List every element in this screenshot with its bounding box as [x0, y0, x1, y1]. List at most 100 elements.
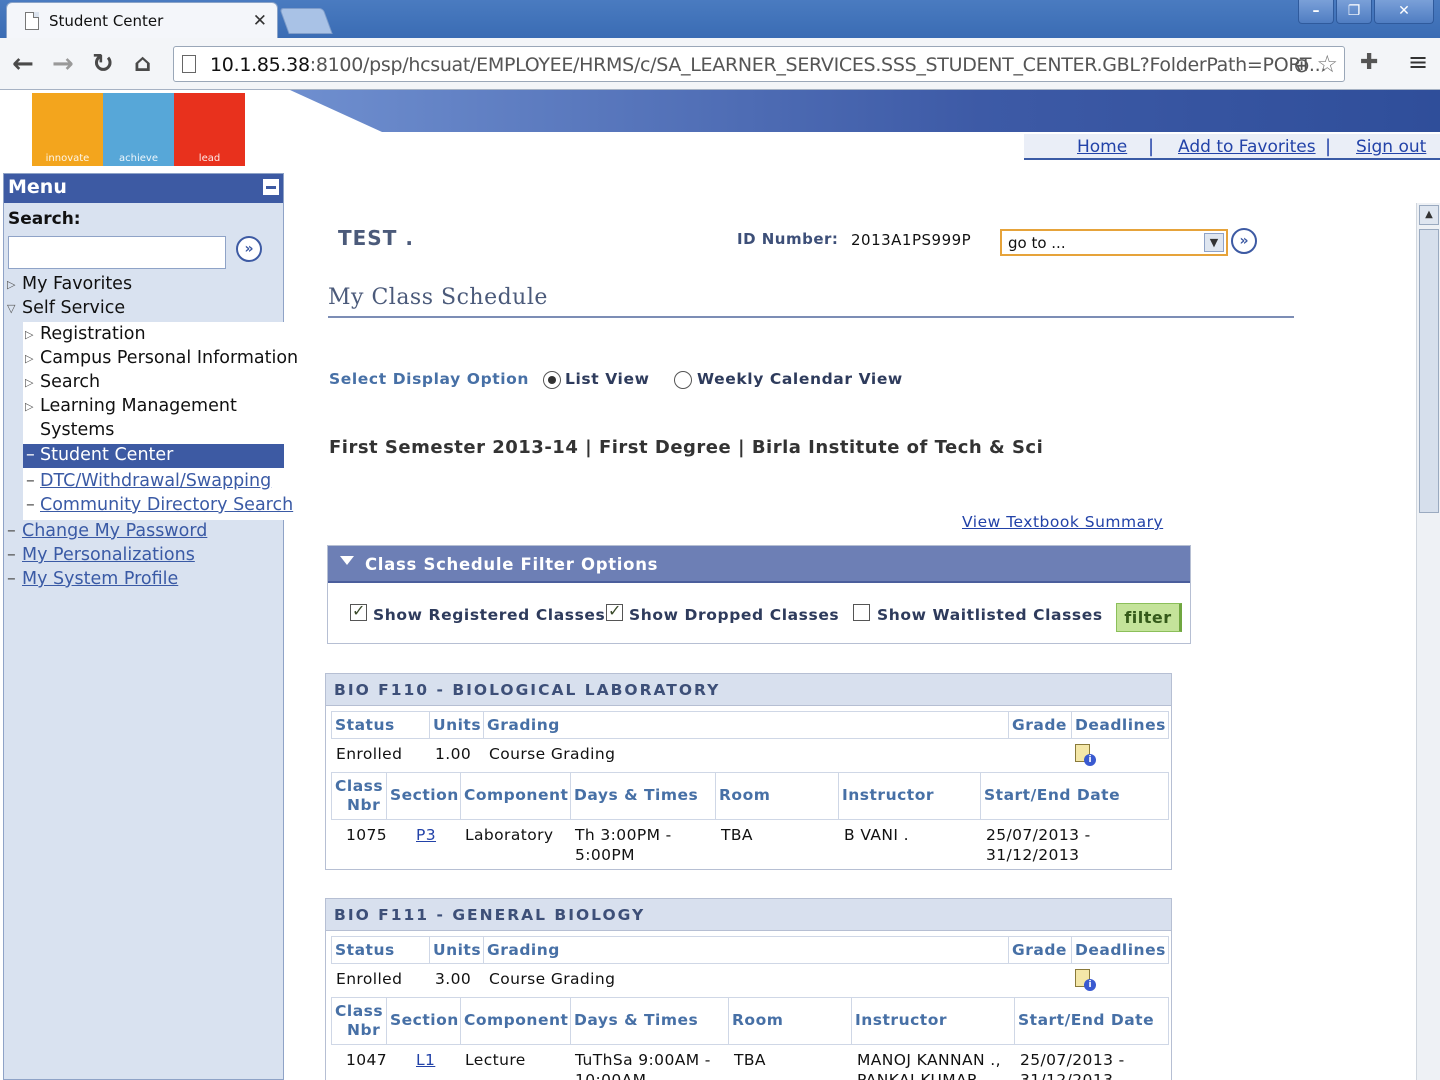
- menu-item-learning-management-systems[interactable]: Systems: [40, 420, 114, 440]
- days-times-header: Days & Times: [571, 998, 729, 1044]
- menu-header: Menu: [4, 174, 283, 203]
- close-tab-icon[interactable]: ✕: [253, 11, 267, 31]
- class-header-row: Class Nbr Section Component Days & Times …: [331, 997, 1169, 1045]
- weekly-calendar-view-radio[interactable]: [674, 371, 692, 389]
- page-icon: [25, 12, 39, 30]
- menu-item-community-directory-search[interactable]: Community Directory Search: [40, 495, 293, 515]
- section-header: Section: [387, 773, 461, 819]
- menu-item-campus-personal-information[interactable]: Campus Personal Information: [40, 348, 298, 368]
- address-bar[interactable]: 10.1.85.38:8100/psp/hcsuat/EMPLOYEE/HRMS…: [173, 46, 1345, 82]
- chevron-down-icon[interactable]: ▼: [1204, 233, 1224, 252]
- menu-item-self-service[interactable]: Self Service: [22, 298, 125, 318]
- deadlines-calendar-icon[interactable]: i: [1075, 744, 1096, 766]
- scroll-thumb[interactable]: [1419, 229, 1439, 513]
- goto-selected-value: go to ...: [1008, 234, 1066, 252]
- browser-toolbar: ← → ↻ ⌂ 10.1.85.38:8100/psp/hcsuat/EMPLO…: [0, 38, 1440, 90]
- new-tab-button[interactable]: [279, 8, 333, 34]
- menu-item-student-center[interactable]: Student Center: [40, 445, 173, 465]
- term-heading: First Semester 2013-14 | First Degree | …: [329, 437, 1044, 458]
- menu-item-my-favorites[interactable]: My Favorites: [22, 274, 132, 294]
- menu-item-my-system-profile[interactable]: My System Profile: [22, 569, 178, 589]
- menu-title: Menu: [8, 176, 67, 198]
- menu-search-go-icon[interactable]: »: [236, 236, 262, 262]
- collapse-icon[interactable]: [263, 179, 279, 195]
- instructor-value: MANOJ KANNAN ., PANKAJ KUMAR: [857, 1051, 1001, 1080]
- show-registered-checkbox[interactable]: [350, 601, 367, 621]
- instructor-header: Instructor: [839, 773, 981, 819]
- zoom-icon[interactable]: ⊕: [1293, 53, 1310, 77]
- instructor-value: B VANI .: [844, 826, 909, 844]
- back-icon[interactable]: ←: [12, 49, 34, 79]
- logo-word-innovate: innovate: [45, 153, 90, 164]
- goto-select[interactable]: go to ... ▼: [1000, 229, 1228, 256]
- expanded-triangle-icon[interactable]: [340, 556, 354, 565]
- add-to-favorites-link[interactable]: Add to Favorites: [1178, 137, 1316, 157]
- grading-header: Grading: [484, 712, 1009, 738]
- home-link[interactable]: Home: [1077, 137, 1127, 157]
- menu-item-registration[interactable]: Registration: [40, 324, 146, 344]
- deadlines-calendar-icon[interactable]: i: [1075, 969, 1096, 991]
- grade-header: Grade: [1009, 937, 1072, 963]
- list-view-label[interactable]: List View: [565, 370, 650, 388]
- grading-header: Grading: [484, 937, 1009, 963]
- menu-item-search[interactable]: Search: [40, 372, 100, 392]
- weekly-calendar-view-label[interactable]: Weekly Calendar View: [697, 370, 903, 388]
- reload-icon[interactable]: ↻: [92, 49, 114, 79]
- collapsed-triangle-icon: ▷: [25, 400, 34, 413]
- collapsed-triangle-icon: ▷: [25, 328, 34, 341]
- page-title: My Class Schedule: [328, 285, 548, 310]
- extension-puzzle-icon[interactable]: ✚: [1360, 50, 1378, 75]
- list-view-radio[interactable]: [543, 371, 561, 389]
- collapsed-triangle-icon: ▷: [7, 278, 16, 291]
- menu-item-dtc-withdrawal-swapping[interactable]: DTC/Withdrawal/Swapping: [40, 471, 271, 491]
- close-window-button[interactable]: ✕: [1374, 0, 1434, 24]
- class-nbr-header: Class Nbr: [332, 773, 387, 819]
- menu-item-my-personalizations[interactable]: My Personalizations: [22, 545, 195, 565]
- show-dropped-label[interactable]: Show Dropped Classes: [629, 606, 839, 624]
- bookmark-star-icon[interactable]: ☆: [1316, 50, 1338, 78]
- minimize-button[interactable]: –: [1298, 0, 1334, 24]
- section-link[interactable]: L1: [416, 1050, 435, 1070]
- page-icon: [182, 55, 196, 73]
- section-link[interactable]: P3: [416, 825, 436, 845]
- maximize-button[interactable]: ❐: [1336, 0, 1372, 24]
- show-waitlisted-label[interactable]: Show Waitlisted Classes: [877, 606, 1103, 624]
- dash-marker: –: [7, 569, 16, 589]
- start-end-date-value: 25/07/2013 -31/12/2013: [986, 826, 1091, 864]
- course-header: BIO F111 - GENERAL BIOLOGY: [326, 899, 1171, 931]
- page-scrollbar[interactable]: ▲: [1416, 203, 1440, 1080]
- show-registered-label[interactable]: Show Registered Classes: [373, 606, 605, 624]
- show-dropped-checkbox[interactable]: [606, 601, 623, 621]
- deadlines-header: Deadlines: [1075, 716, 1166, 734]
- course-header: BIO F110 - BIOLOGICAL LABORATORY: [326, 674, 1171, 706]
- id-number-value: 2013A1PS999P: [851, 231, 972, 249]
- filter-button[interactable]: filter: [1116, 603, 1182, 632]
- collapsed-triangle-icon: ▷: [25, 376, 34, 389]
- component-header: Component: [461, 998, 571, 1044]
- forward-icon[interactable]: →: [52, 49, 74, 79]
- browser-tab[interactable]: Student Center ✕: [6, 2, 278, 38]
- days-times-value: TuThSa 9:00AM -10:00AM: [575, 1051, 711, 1080]
- home-icon[interactable]: ⌂: [134, 49, 151, 77]
- menu-search-label: Search:: [8, 209, 81, 229]
- show-waitlisted-checkbox[interactable]: [853, 604, 870, 621]
- course-section: BIO F110 - BIOLOGICAL LABORATORY Status …: [325, 673, 1172, 870]
- view-textbook-summary-link[interactable]: View Textbook Summary: [962, 513, 1163, 531]
- dash-marker: –: [7, 521, 16, 541]
- units-value: 3.00: [435, 970, 472, 988]
- menu-item-change-my-password[interactable]: Change My Password: [22, 521, 207, 541]
- class-header-row: Class Nbr Section Component Days & Times …: [331, 772, 1169, 820]
- goto-go-icon[interactable]: »: [1231, 228, 1257, 254]
- days-times-value: Th 3:00PM -5:00PM: [575, 826, 672, 864]
- menu-item-learning-management[interactable]: Learning Management: [40, 396, 237, 416]
- units-value: 1.00: [435, 745, 472, 763]
- tab-strip: Student Center ✕ – ❐ ✕: [0, 0, 1440, 38]
- units-header: Units: [430, 712, 484, 738]
- sign-out-link[interactable]: Sign out: [1356, 137, 1426, 157]
- menu-search-input[interactable]: [8, 236, 226, 269]
- filter-options-header[interactable]: Class Schedule Filter Options: [328, 546, 1190, 583]
- scroll-up-icon[interactable]: ▲: [1419, 205, 1439, 225]
- enrollment-header-row: Status Units Grading Grade Deadlines: [331, 711, 1169, 739]
- browser-menu-icon[interactable]: ≡: [1408, 48, 1428, 76]
- room-value: TBA: [721, 826, 753, 844]
